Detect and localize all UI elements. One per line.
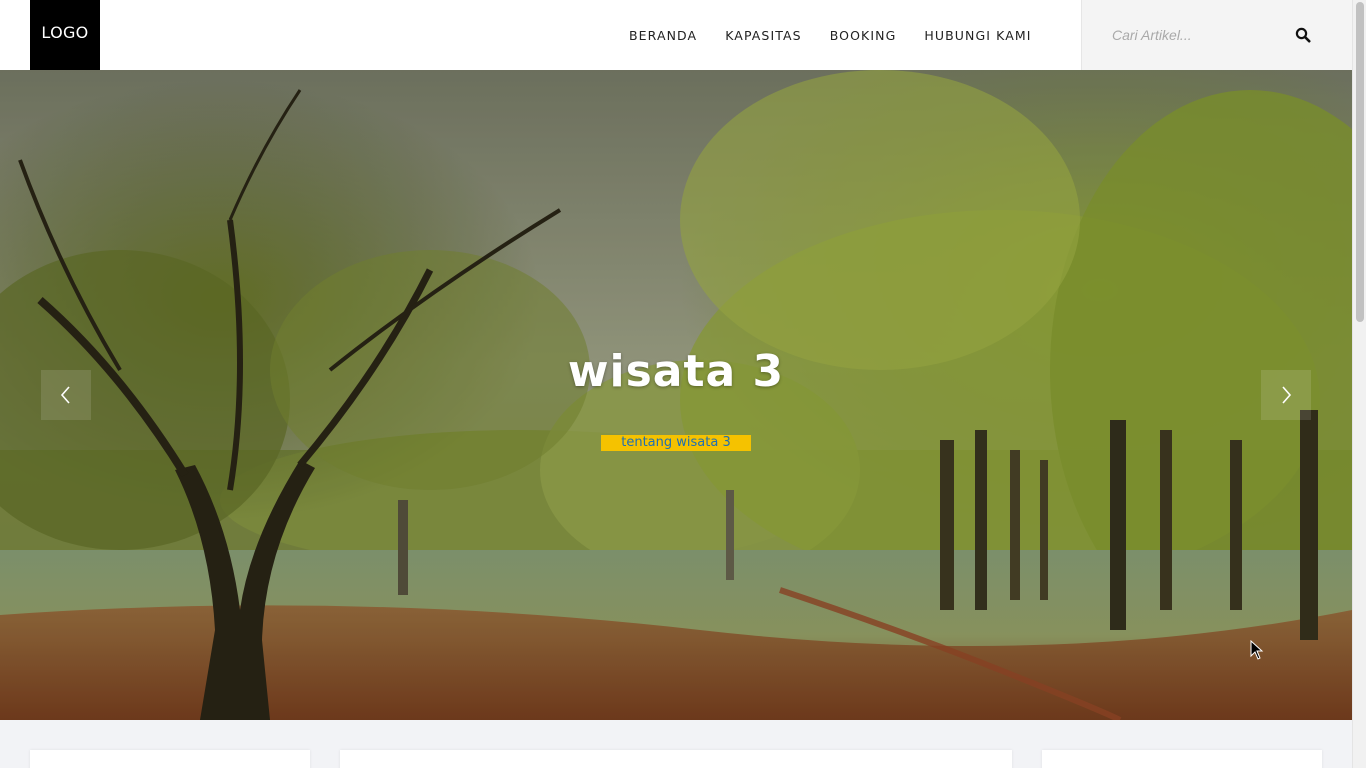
nav-item-kapasitas[interactable]: KAPASITAS xyxy=(711,28,816,43)
hero-slider: wisata 3 tentang wisata 3 xyxy=(0,70,1352,720)
nav-item-booking[interactable]: BOOKING xyxy=(816,28,911,43)
slide-title: wisata 3 xyxy=(567,346,785,397)
content-area xyxy=(0,720,1352,768)
sidebar-right-card xyxy=(1042,750,1322,768)
site-header: LOGO BERANDA KAPASITAS BOOKING HUBUNGI K… xyxy=(0,0,1352,70)
search-box xyxy=(1081,0,1352,70)
slide-description: tentang wisata 3 xyxy=(601,435,751,451)
nav-item-hubungi-kami[interactable]: HUBUNGI KAMI xyxy=(910,28,1045,43)
main-content-card xyxy=(340,750,1012,768)
slider-prev-button[interactable] xyxy=(41,370,91,420)
slider-next-button[interactable] xyxy=(1261,370,1311,420)
slide-caption: tentang wisata 3 xyxy=(0,431,1352,451)
search-input[interactable] xyxy=(1112,22,1292,48)
nav-item-beranda[interactable]: BERANDA xyxy=(615,28,711,43)
sidebar-left-card xyxy=(30,750,310,768)
main-nav: BERANDA KAPASITAS BOOKING HUBUNGI KAMI xyxy=(615,0,1046,70)
mouse-cursor-icon xyxy=(1250,640,1264,660)
page: LOGO BERANDA KAPASITAS BOOKING HUBUNGI K… xyxy=(0,0,1366,768)
chevron-left-icon xyxy=(60,386,70,404)
page-scrollbar[interactable] xyxy=(1352,0,1366,768)
scrollbar-thumb[interactable] xyxy=(1356,2,1364,322)
logo[interactable]: LOGO xyxy=(30,0,100,70)
chevron-right-icon xyxy=(1282,386,1292,404)
search-icon[interactable] xyxy=(1295,27,1311,43)
